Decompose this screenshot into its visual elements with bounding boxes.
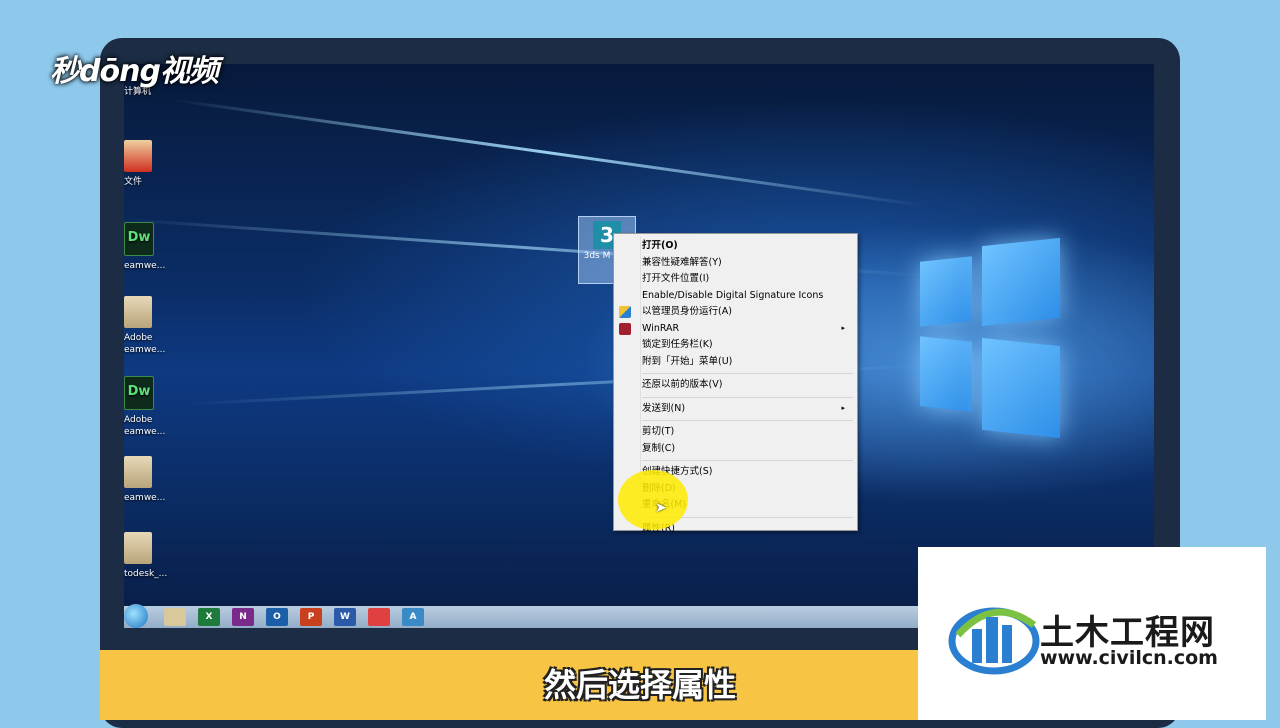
desktop-icon-label: Adobe eamwe... <box>124 415 166 437</box>
menu-item-label: 打开文件位置(I) <box>642 273 710 284</box>
menu-item-label: 剪切(T) <box>642 426 675 437</box>
taskbar-app-icon[interactable]: W <box>334 608 356 626</box>
menu-separator <box>642 420 853 421</box>
menu-item-label: 还原以前的版本(V) <box>642 379 723 390</box>
folder-icon <box>124 532 152 564</box>
winrar-icon <box>619 322 631 335</box>
click-highlight <box>618 470 688 530</box>
menu-item-label: 打开(O) <box>642 240 678 251</box>
folder-icon <box>124 456 152 488</box>
civilcn-logo-icon <box>948 607 1040 675</box>
menu-item-label: WinRAR <box>642 322 680 334</box>
desktop-icon[interactable]: 文件 <box>124 140 184 188</box>
submenu-arrow-icon: ▸ <box>841 323 845 332</box>
context-menu-item[interactable]: 打开(O) <box>642 238 853 253</box>
context-menu-item[interactable]: WinRAR ▸ <box>642 321 853 336</box>
taskbar-app-icon[interactable]: P <box>300 608 322 626</box>
desktop-icon-label: eamwe... <box>124 261 166 271</box>
context-menu-item[interactable]: 复制(C) <box>642 441 853 456</box>
dreamweaver-icon: Dw <box>124 376 154 410</box>
desktop-icon[interactable]: todesk_... <box>124 532 184 580</box>
context-menu-item[interactable]: 还原以前的版本(V) <box>642 377 853 392</box>
context-menu-item[interactable]: 附到「开始」菜单(U) <box>642 354 853 369</box>
light-beam <box>171 98 925 207</box>
context-menu-item[interactable]: 发送到(N) ▸ <box>642 401 853 416</box>
menu-separator <box>642 373 853 374</box>
folder-icon <box>124 296 152 328</box>
civilcn-watermark: 土木工程网 www.civilcn.com <box>918 547 1266 720</box>
shield-icon <box>619 306 631 318</box>
menu-item-label: 附到「开始」菜单(U) <box>642 355 733 367</box>
context-menu-item[interactable]: 剪切(T) <box>642 424 853 439</box>
desktop-icon-label: 文件 <box>124 177 143 187</box>
desktop-icon-label: todesk_... <box>124 569 168 579</box>
context-menu-item[interactable]: 锁定到任务栏(K) <box>642 337 853 352</box>
taskbar-app-icon[interactable] <box>368 608 390 626</box>
desktop-icon[interactable]: Dw Adobe eamwe... <box>124 376 184 438</box>
context-menu-item[interactable]: Enable/Disable Digital Signature Icons <box>642 288 853 303</box>
menu-item-label: 以管理员身份运行(A) <box>642 306 732 317</box>
brand-logo: 秒dōng视频 <box>50 54 219 89</box>
desktop-icon[interactable]: eamwe... <box>124 456 184 504</box>
desktop-icon[interactable]: Dw eamwe... <box>124 222 184 272</box>
dreamweaver-icon: Dw <box>124 222 154 256</box>
taskbar-app-icon[interactable]: A <box>402 608 424 626</box>
file-icon <box>124 140 152 172</box>
taskbar-app-icon[interactable]: N <box>232 608 254 626</box>
context-menu-item[interactable]: 以管理员身份运行(A) <box>642 304 853 319</box>
context-menu-item[interactable]: 打开文件位置(I) <box>642 271 853 286</box>
taskbar-app-icon[interactable] <box>164 608 186 626</box>
mouse-cursor-icon: ➤ <box>655 500 667 516</box>
windows-logo-icon <box>920 224 1060 454</box>
civilcn-url: www.civilcn.com <box>1040 647 1218 669</box>
submenu-arrow-icon: ▸ <box>841 403 845 412</box>
menu-item-label: 兼容性疑难解答(Y) <box>642 256 722 268</box>
start-button[interactable] <box>124 604 148 628</box>
taskbar-app-icon[interactable]: X <box>198 608 220 626</box>
taskbar-app-icon[interactable]: O <box>266 608 288 626</box>
menu-separator <box>642 396 853 398</box>
menu-item-label: 复制(C) <box>642 442 676 454</box>
menu-separator <box>642 460 853 461</box>
desktop-icon-label: eamwe... <box>124 493 166 503</box>
menu-item-label: Enable/Disable Digital Signature Icons <box>642 289 824 301</box>
menu-item-label: 发送到(N) <box>642 402 686 414</box>
desktop-icon[interactable]: Adobe eamwe... <box>124 296 184 356</box>
desktop-icon-label: Adobe eamwe... <box>124 333 166 355</box>
context-menu-item[interactable]: 兼容性疑难解答(Y) <box>642 255 853 270</box>
menu-item-label: 锁定到任务栏(K) <box>642 339 713 350</box>
